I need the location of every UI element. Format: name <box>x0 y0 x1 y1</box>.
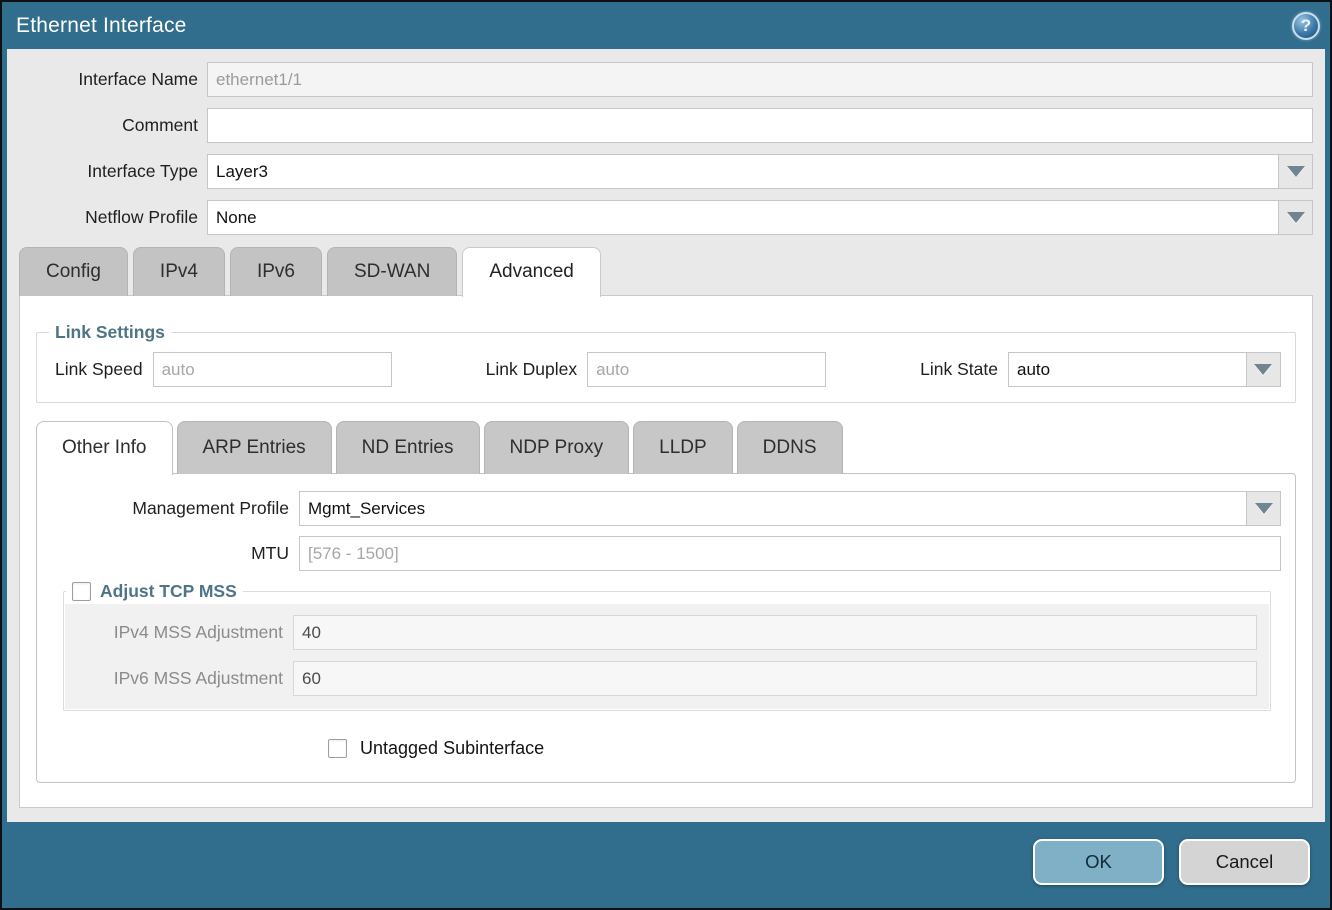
tab-ipv4[interactable]: IPv4 <box>133 247 225 296</box>
management-profile-label: Management Profile <box>51 498 299 519</box>
tab-sdwan[interactable]: SD-WAN <box>327 247 457 296</box>
ethernet-interface-dialog: Ethernet Interface ? Interface Name Comm… <box>0 0 1332 910</box>
link-state-group: Link State <box>920 352 1281 387</box>
link-speed-group: Link Speed <box>55 352 392 387</box>
interface-type-select[interactable] <box>207 154 1279 189</box>
main-tabs: Config IPv4 IPv6 SD-WAN Advanced <box>19 247 1313 296</box>
adjust-tcp-mss-group: Adjust TCP MSS IPv4 MSS Adjustment IPv6 … <box>63 581 1271 711</box>
management-profile-dropdown-trigger[interactable] <box>1247 491 1281 526</box>
advanced-tab-panel: Link Settings Link Speed Link Duplex Lin… <box>19 295 1313 808</box>
interface-type-label: Interface Type <box>19 161 207 182</box>
netflow-profile-row: Netflow Profile <box>19 200 1313 235</box>
netflow-profile-label: Netflow Profile <box>19 207 207 228</box>
dialog-body: Interface Name Comment Interface Type Ne… <box>7 49 1325 822</box>
interface-type-row: Interface Type <box>19 154 1313 189</box>
ok-button[interactable]: OK <box>1033 839 1164 885</box>
mtu-field[interactable] <box>299 536 1281 571</box>
other-info-panel: Management Profile MTU <box>36 473 1296 783</box>
subtab-other-info[interactable]: Other Info <box>36 421 173 475</box>
netflow-profile-dropdown-trigger[interactable] <box>1279 200 1313 235</box>
chevron-down-icon <box>1254 364 1272 375</box>
tab-config[interactable]: Config <box>19 247 128 296</box>
dialog-title: Ethernet Interface <box>16 14 187 38</box>
adjust-tcp-mss-label: Adjust TCP MSS <box>100 581 237 602</box>
link-settings-legend: Link Settings <box>49 322 171 343</box>
link-speed-label: Link Speed <box>55 359 153 380</box>
link-settings-group: Link Settings Link Speed Link Duplex Lin… <box>36 322 1296 403</box>
help-icon[interactable]: ? <box>1292 12 1320 40</box>
subtab-ddns[interactable]: DDNS <box>737 421 843 474</box>
ipv6-mss-row: IPv6 MSS Adjustment <box>65 661 1257 696</box>
interface-type-dropdown-trigger[interactable] <box>1279 154 1313 189</box>
adjust-tcp-mss-legend: Adjust TCP MSS <box>66 581 243 602</box>
ipv6-mss-field <box>293 661 1257 696</box>
tab-ipv6[interactable]: IPv6 <box>230 247 322 296</box>
mss-disabled-section: IPv4 MSS Adjustment IPv6 MSS Adjustment <box>65 604 1269 709</box>
dialog-footer: OK Cancel <box>2 822 1330 908</box>
link-state-label: Link State <box>920 359 1008 380</box>
link-duplex-label: Link Duplex <box>486 359 587 380</box>
chevron-down-icon <box>1255 503 1273 514</box>
interface-name-field <box>207 62 1313 97</box>
ipv4-mss-row: IPv4 MSS Adjustment <box>65 615 1257 650</box>
subtab-arp-entries[interactable]: ARP Entries <box>177 421 332 474</box>
ipv4-mss-label: IPv4 MSS Adjustment <box>65 622 293 643</box>
subtab-ndp-proxy[interactable]: NDP Proxy <box>484 421 630 474</box>
advanced-subtabs: Other Info ARP Entries ND Entries NDP Pr… <box>36 421 1296 474</box>
untagged-subinterface-row: Untagged Subinterface <box>328 738 1281 759</box>
comment-row: Comment <box>19 108 1313 143</box>
interface-name-row: Interface Name <box>19 62 1313 97</box>
comment-label: Comment <box>19 115 207 136</box>
mtu-row: MTU <box>51 536 1281 571</box>
mtu-label: MTU <box>51 543 299 564</box>
adjust-tcp-mss-checkbox[interactable] <box>72 582 91 601</box>
link-speed-field[interactable] <box>153 352 392 387</box>
comment-field[interactable] <box>207 108 1313 143</box>
tab-advanced[interactable]: Advanced <box>462 247 601 297</box>
link-state-select[interactable] <box>1008 352 1247 387</box>
ipv6-mss-label: IPv6 MSS Adjustment <box>65 668 293 689</box>
chevron-down-icon <box>1287 166 1305 177</box>
untagged-subinterface-checkbox[interactable] <box>328 739 347 758</box>
netflow-profile-select[interactable] <box>207 200 1279 235</box>
subtab-nd-entries[interactable]: ND Entries <box>336 421 480 474</box>
link-duplex-group: Link Duplex <box>486 352 826 387</box>
interface-name-label: Interface Name <box>19 69 207 90</box>
chevron-down-icon <box>1287 212 1305 223</box>
management-profile-select[interactable] <box>299 491 1247 526</box>
cancel-button[interactable]: Cancel <box>1179 839 1310 885</box>
link-state-dropdown-trigger[interactable] <box>1247 352 1281 387</box>
management-profile-row: Management Profile <box>51 491 1281 526</box>
untagged-subinterface-label: Untagged Subinterface <box>360 738 544 759</box>
link-duplex-field[interactable] <box>587 352 826 387</box>
subtab-lldp[interactable]: LLDP <box>633 421 733 474</box>
ipv4-mss-field <box>293 615 1257 650</box>
dialog-titlebar: Ethernet Interface ? <box>2 2 1330 49</box>
